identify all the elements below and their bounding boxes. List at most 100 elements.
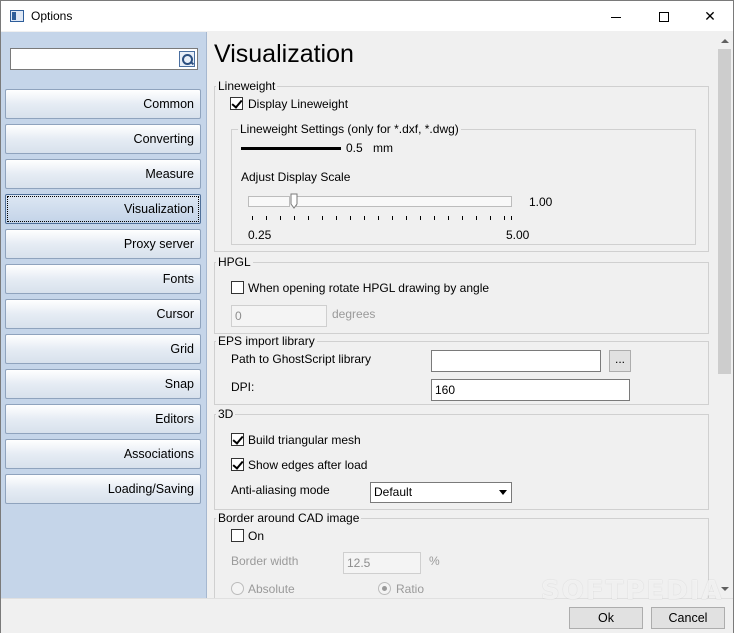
maximize-button[interactable]: [641, 1, 687, 31]
scale-tick: [448, 216, 449, 220]
scale-tick: [280, 216, 281, 220]
sidebar-item-common[interactable]: Common: [5, 89, 201, 119]
sidebar: Common Converting Measure Visualization …: [1, 32, 207, 598]
scale-tick: [378, 216, 379, 220]
window-title: Options: [31, 9, 73, 23]
rotate-angle-field[interactable]: 0: [231, 305, 327, 327]
sidebar-item-snap[interactable]: Snap: [5, 369, 201, 399]
vertical-scrollbar[interactable]: [716, 32, 733, 598]
dpi-label: DPI:: [231, 380, 255, 394]
sidebar-item-measure[interactable]: Measure: [5, 159, 201, 189]
anti-aliasing-label: Anti-aliasing mode: [231, 483, 330, 497]
scale-tick: [266, 216, 267, 220]
lineweight-value: 0.5: [346, 141, 363, 155]
display-lineweight-checkbox[interactable]: [230, 97, 243, 110]
border-on-label: On: [248, 529, 265, 543]
search-input[interactable]: [10, 48, 198, 70]
sidebar-item-associations[interactable]: Associations: [5, 439, 201, 469]
scale-tick: [490, 216, 491, 220]
scale-tick: [252, 216, 253, 220]
ok-button[interactable]: Ok: [569, 607, 643, 629]
scale-tick: [336, 216, 337, 220]
border-group-title: Border around CAD image: [216, 511, 362, 525]
absolute-radio[interactable]: [231, 582, 244, 595]
scale-slider-thumb[interactable]: [290, 193, 298, 209]
scale-tick: [420, 216, 421, 220]
border-on-checkbox[interactable]: [231, 529, 244, 542]
lineweight-settings-group: Lineweight Settings (only for *.dxf, *.d…: [231, 122, 696, 245]
border-width-label: Border width: [231, 554, 299, 568]
rotate-hpgl-label: When opening rotate HPGL drawing by angl…: [248, 281, 490, 295]
scroll-thumb[interactable]: [718, 49, 731, 374]
ratio-radio[interactable]: [378, 582, 391, 595]
scale-tick: [392, 216, 393, 220]
lineweight-group: Lineweight Display Lineweight Lineweight…: [214, 79, 709, 252]
sidebar-item-proxy-server[interactable]: Proxy server: [5, 229, 201, 259]
lineweight-group-title: Lineweight: [216, 79, 278, 93]
sidebar-item-editors[interactable]: Editors: [5, 404, 201, 434]
scale-tick: [294, 216, 295, 220]
settings-panel: Visualization Lineweight Display Linewei…: [208, 32, 716, 598]
search-icon[interactable]: [179, 51, 195, 67]
border-width-unit: %: [429, 554, 440, 568]
close-icon: ✕: [704, 8, 716, 24]
close-button[interactable]: ✕: [687, 1, 733, 31]
scale-tick: [406, 216, 407, 220]
scale-tick: [434, 216, 435, 220]
ratio-label: Ratio: [396, 582, 425, 596]
sidebar-item-converting[interactable]: Converting: [5, 124, 201, 154]
scale-tick: [504, 216, 505, 220]
absolute-label: Absolute: [248, 582, 295, 596]
eps-group-title: EPS import library: [216, 334, 317, 348]
scale-tick: [462, 216, 463, 220]
rotate-hpgl-checkbox[interactable]: [231, 281, 244, 294]
chevron-down-icon: [494, 484, 510, 501]
display-lineweight-label: Display Lineweight: [248, 97, 349, 111]
hpgl-group-title: HPGL: [216, 255, 253, 269]
scroll-up-icon[interactable]: [716, 32, 733, 49]
build-mesh-label: Build triangular mesh: [248, 433, 361, 447]
show-edges-label: Show edges after load: [248, 458, 368, 472]
sidebar-item-visualization[interactable]: Visualization: [5, 194, 201, 224]
title-bar[interactable]: Options ✕: [1, 1, 733, 31]
scale-min-label: 0.25: [248, 228, 272, 242]
sidebar-item-fonts[interactable]: Fonts: [5, 264, 201, 294]
dpi-field[interactable]: 160: [431, 379, 630, 401]
sidebar-item-cursor[interactable]: Cursor: [5, 299, 201, 329]
browse-button[interactable]: ...: [609, 350, 631, 372]
options-window: Options ✕ Common Converting Measure Visu…: [0, 0, 734, 633]
scale-value: 1.00: [529, 195, 553, 209]
scale-tick: [322, 216, 323, 220]
cancel-button[interactable]: Cancel: [651, 607, 725, 629]
eps-group: EPS import library Path to GhostScript l…: [214, 334, 709, 405]
lineweight-sample-line: [241, 147, 341, 150]
scale-tick: [308, 216, 309, 220]
minimize-icon: [611, 16, 621, 18]
scale-slider-track[interactable]: [296, 196, 512, 207]
anti-aliasing-select[interactable]: Default: [370, 482, 512, 503]
scale-tick: [364, 216, 365, 220]
scale-tick: [476, 216, 477, 220]
scale-tick: [511, 216, 512, 220]
rotate-angle-unit: degrees: [332, 307, 376, 321]
show-edges-checkbox[interactable]: [231, 458, 244, 471]
scale-slider-track-left: [248, 196, 290, 207]
sidebar-item-loading-saving[interactable]: Loading/Saving: [5, 474, 201, 504]
hpgl-group: HPGL When opening rotate HPGL drawing by…: [214, 255, 709, 334]
app-window-icon: [10, 10, 24, 22]
page-title: Visualization: [214, 40, 354, 68]
minimize-button[interactable]: [593, 1, 639, 31]
anti-aliasing-value: Default: [374, 485, 413, 499]
border-width-field[interactable]: 12.5: [343, 552, 421, 574]
ghostscript-path-label: Path to GhostScript library: [231, 352, 372, 366]
ghostscript-path-field[interactable]: [431, 350, 601, 372]
build-mesh-checkbox[interactable]: [231, 433, 244, 446]
3d-group-title: 3D: [216, 407, 236, 421]
sidebar-item-grid[interactable]: Grid: [5, 334, 201, 364]
scale-max-label: 5.00: [506, 228, 530, 242]
3d-group: 3D Build triangular mesh Show edges afte…: [214, 407, 709, 510]
adjust-display-scale-label: Adjust Display Scale: [241, 170, 351, 184]
lineweight-settings-title: Lineweight Settings (only for *.dxf, *.d…: [238, 122, 461, 136]
softpedia-watermark: SOFTPEDIA: [541, 576, 724, 606]
lineweight-unit: mm: [373, 141, 393, 155]
